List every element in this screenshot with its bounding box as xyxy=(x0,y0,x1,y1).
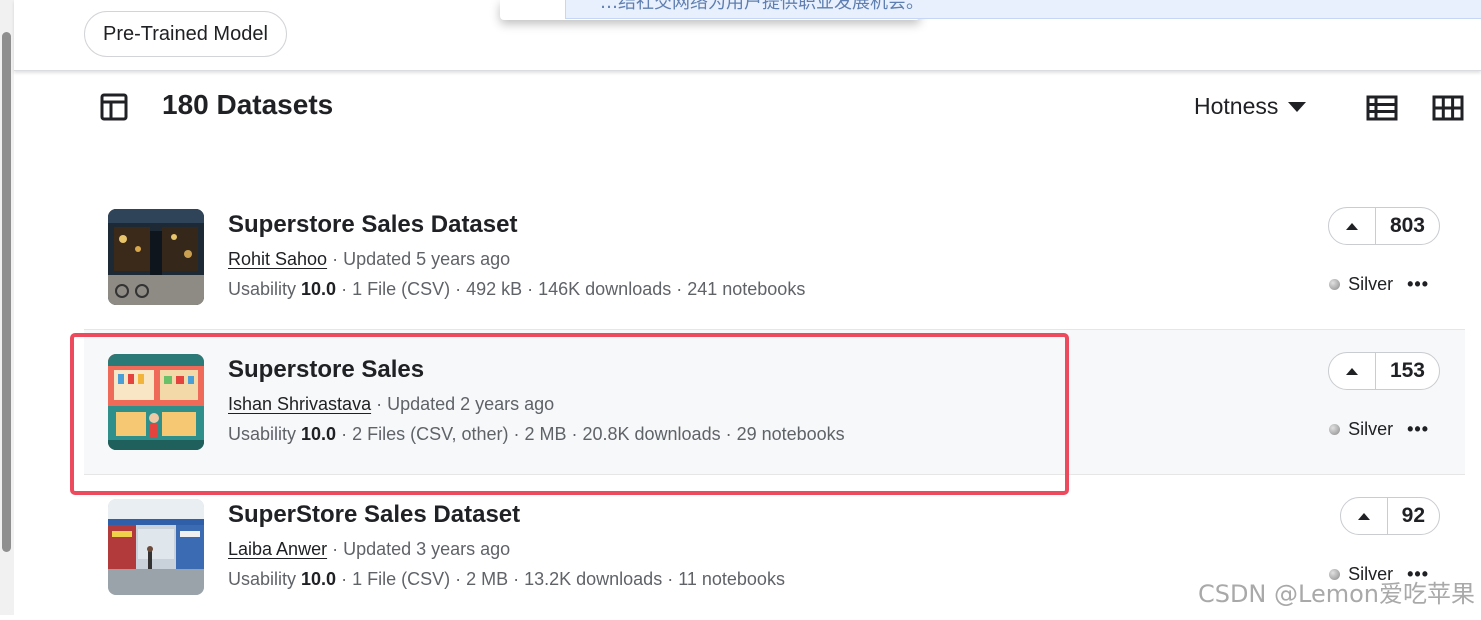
vote-count: 92 xyxy=(1401,504,1425,527)
upvote-control: 92 xyxy=(1339,497,1440,535)
popup-text: …结社交网络为用户提供职业发展机会。 xyxy=(600,0,924,13)
file-details: · 1 File (CSV) · 492 kB · 146K downloads… xyxy=(336,279,806,299)
sort-dropdown[interactable]: Hotness xyxy=(1194,93,1307,120)
more-icon[interactable]: ••• xyxy=(1407,274,1429,295)
dataset-thumbnail xyxy=(108,499,204,595)
upvote-icon xyxy=(1357,512,1370,520)
dataset-row[interactable]: Superstore Sales Dataset Rohit Sahoo · U… xyxy=(84,185,1465,330)
list-view-icon[interactable] xyxy=(1366,95,1398,121)
medal-badge: Silver ••• xyxy=(1329,419,1429,440)
dataset-count: 180 Datasets xyxy=(162,89,334,120)
dataset-title[interactable]: Superstore Sales Dataset xyxy=(228,211,517,239)
upvote-control: 803 xyxy=(1327,207,1440,245)
dataset-meta: Laiba Anwer · Updated 3 years ago xyxy=(228,539,510,560)
silver-medal-icon xyxy=(1329,279,1341,290)
medal-label: Silver xyxy=(1348,419,1394,439)
silver-medal-icon xyxy=(1329,424,1341,435)
upvote-icon xyxy=(1345,367,1358,375)
highlight-box xyxy=(70,333,1069,495)
upvote-button[interactable] xyxy=(1341,498,1388,534)
file-details: · 1 File (CSV) · 2 MB · 13.2K downloads … xyxy=(336,569,785,589)
filter-chip-pretrained-model[interactable]: Pre-Trained Model xyxy=(84,11,287,57)
upvote-control: 153 xyxy=(1327,352,1440,390)
updated-text: · Updated 5 years ago xyxy=(327,249,511,269)
more-icon[interactable]: ••• xyxy=(1407,419,1429,440)
page-scrollbar[interactable] xyxy=(0,0,14,615)
dataset-title[interactable]: SuperStore Sales Dataset xyxy=(228,501,520,529)
vote-count: 803 xyxy=(1389,214,1425,237)
upvote-button[interactable] xyxy=(1329,353,1376,389)
dataset-stats: Usability 10.0 · 1 File (CSV) · 2 MB · 1… xyxy=(228,569,785,590)
upvote-button[interactable] xyxy=(1329,208,1376,244)
scrollbar-thumb[interactable] xyxy=(2,32,11,552)
medal-badge: Silver ••• xyxy=(1329,274,1429,295)
popup-banner: …结社交网络为用户提供职业发展机会。 xyxy=(565,0,1481,19)
author-link[interactable]: Rohit Sahoo xyxy=(228,249,327,269)
grid-view-icon[interactable] xyxy=(1432,95,1464,121)
usability-label: Usability xyxy=(228,569,302,589)
dataset-stats: Usability 10.0 · 1 File (CSV) · 492 kB ·… xyxy=(228,279,805,300)
dataset-meta: Rohit Sahoo · Updated 5 years ago xyxy=(228,249,510,270)
watermark: CSDN @Lemon爱吃苹果 xyxy=(1197,580,1475,608)
usability-score: 10.0 xyxy=(301,569,337,589)
results-header: 180 Datasets Hotness xyxy=(14,71,1481,143)
author-link[interactable]: Laiba Anwer xyxy=(228,539,327,559)
sort-label: Hotness xyxy=(1194,93,1279,119)
updated-text: · Updated 3 years ago xyxy=(327,539,511,559)
upvote-icon xyxy=(1345,222,1358,230)
usability-score: 10.0 xyxy=(301,279,337,299)
chevron-down-icon xyxy=(1288,101,1307,112)
vote-count: 153 xyxy=(1389,359,1425,382)
medal-label: Silver xyxy=(1348,274,1394,294)
table-icon xyxy=(100,93,128,121)
usability-label: Usability xyxy=(228,279,302,299)
dataset-thumbnail xyxy=(108,209,204,305)
